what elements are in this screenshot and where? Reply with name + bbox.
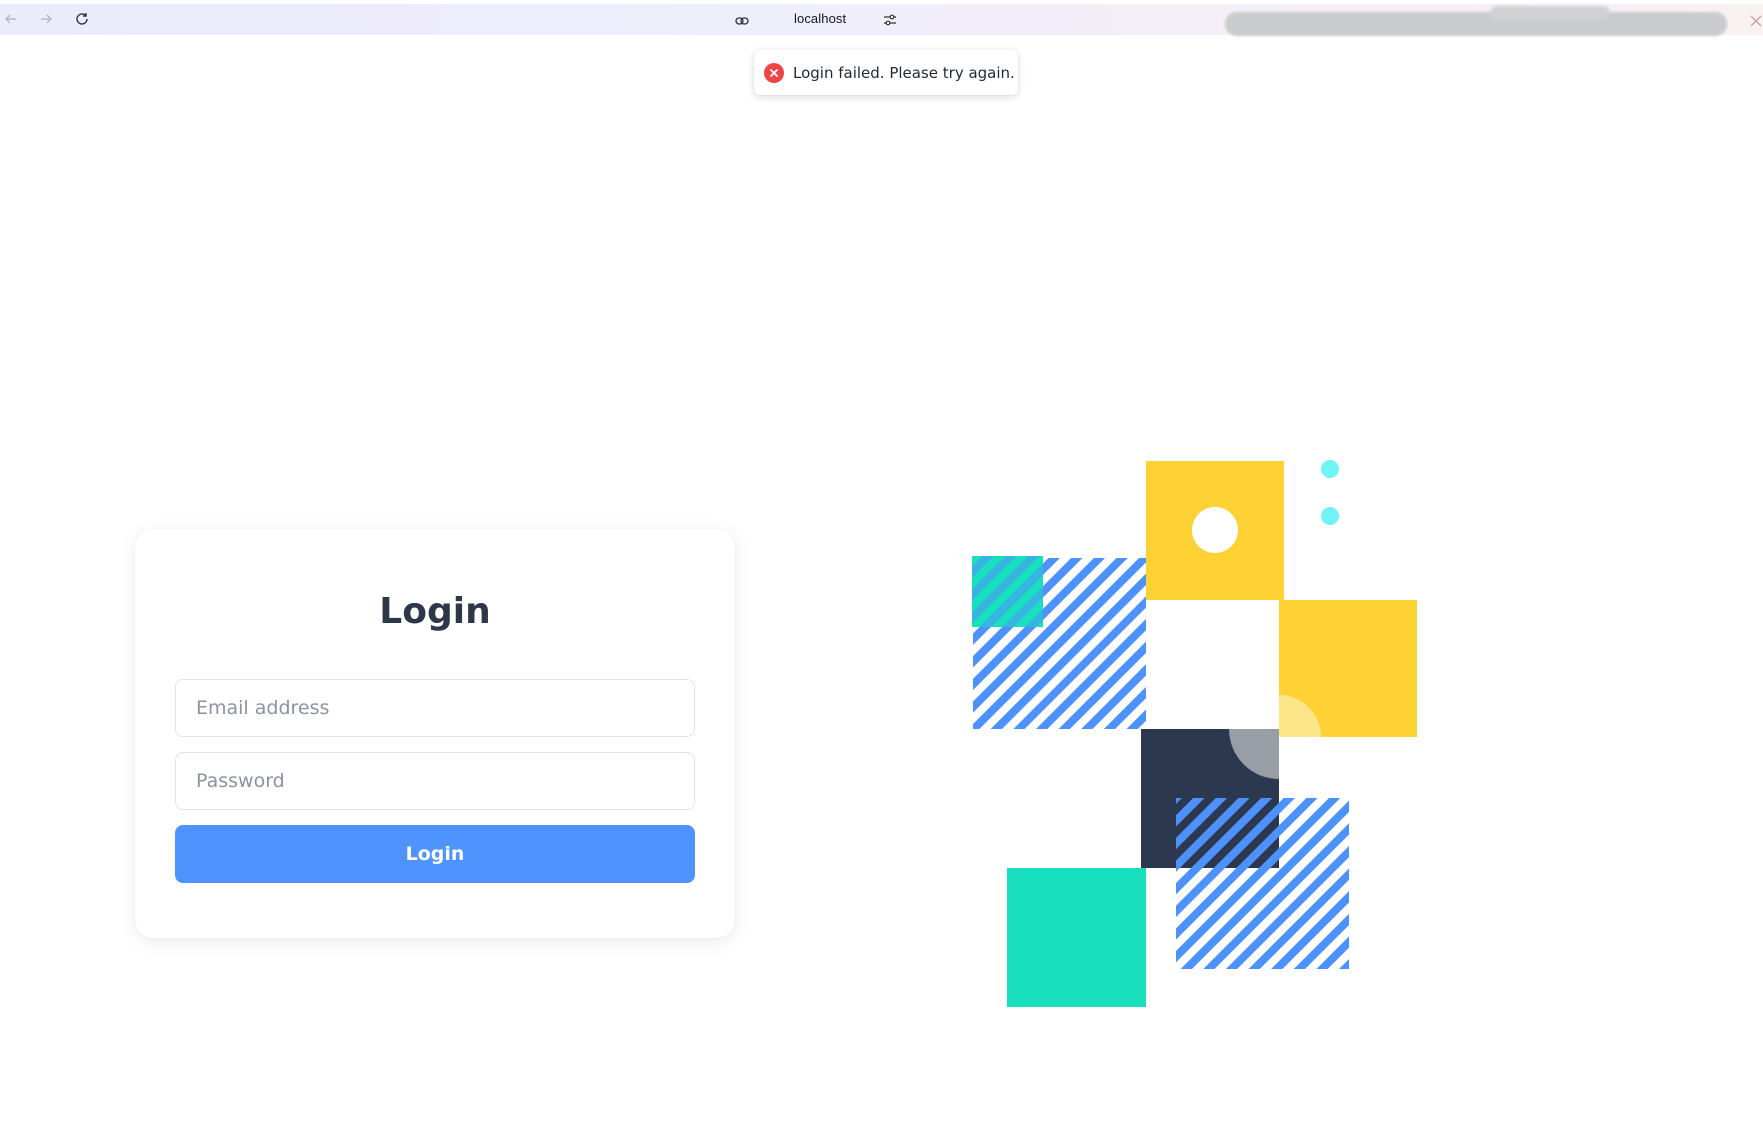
white-circle bbox=[1192, 507, 1238, 553]
cyan-dot bbox=[1321, 460, 1339, 478]
cyan-dot bbox=[1321, 507, 1339, 525]
decorative-illustration bbox=[972, 460, 1417, 1007]
teal-square bbox=[1007, 868, 1146, 1007]
striped-block bbox=[1176, 798, 1349, 969]
